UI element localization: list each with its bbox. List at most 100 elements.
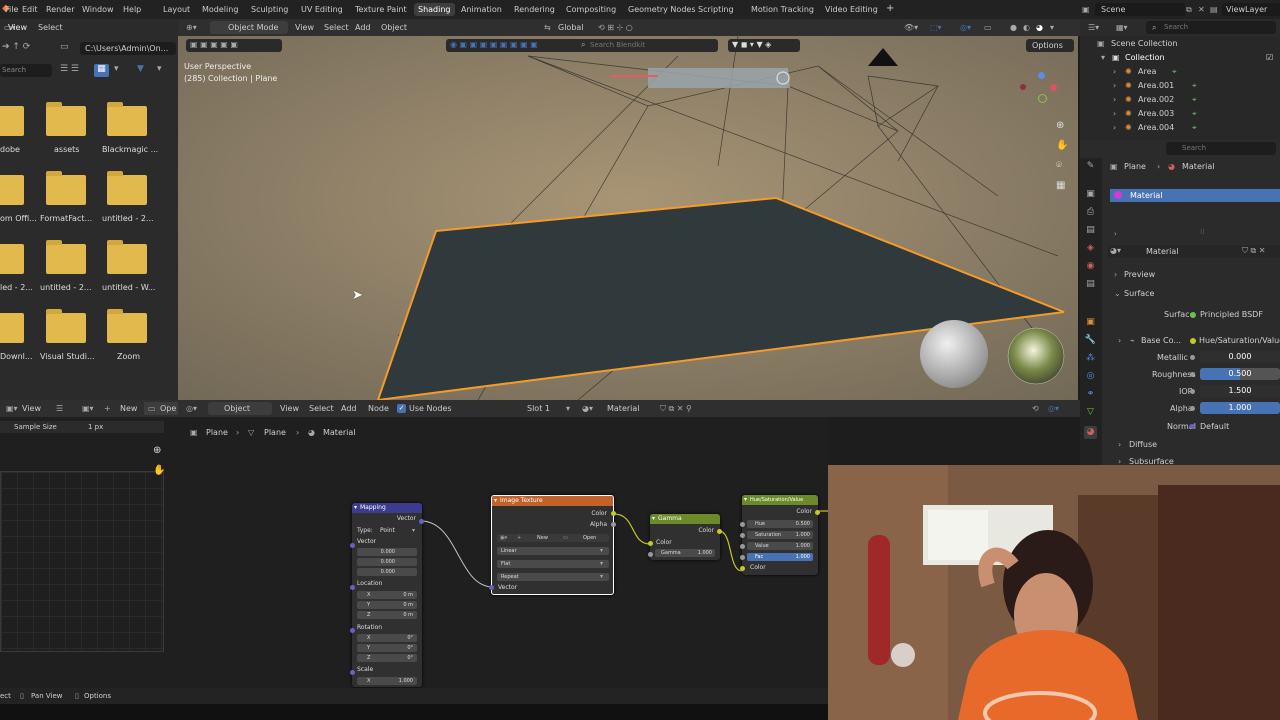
- tab-texture-paint[interactable]: Texture Paint: [355, 5, 407, 14]
- menu-render[interactable]: Render: [46, 5, 74, 14]
- blendkit-search[interactable]: Search Blendkit: [578, 39, 718, 52]
- folder-icon[interactable]: [107, 240, 147, 274]
- scene-selector[interactable]: Scene: [1095, 3, 1185, 16]
- expand-icon[interactable]: ›: [1113, 123, 1116, 132]
- folder-icon[interactable]: [46, 171, 86, 205]
- mode-selector[interactable]: Object Mode: [210, 21, 288, 34]
- new-folder-icon[interactable]: ▭: [60, 42, 74, 55]
- shading-material-icon[interactable]: ◐: [1023, 23, 1030, 32]
- tab-video-editing[interactable]: Video Editing: [825, 5, 878, 14]
- folder-icon[interactable]: [46, 240, 86, 274]
- roughness-slider[interactable]: 0.500: [1200, 368, 1280, 380]
- tab-sculpting[interactable]: Sculpting: [251, 5, 288, 14]
- texture-open-button[interactable]: Open: [583, 534, 596, 542]
- browse-image-icon[interactable]: ▣▾: [82, 404, 94, 413]
- options-button[interactable]: Options: [1026, 39, 1074, 52]
- outliner-row[interactable]: › ✺ Area.001 ⌖: [1080, 81, 1280, 95]
- tool-tab-icon[interactable]: ✎: [1084, 160, 1097, 173]
- image-editor-type-icon[interactable]: ▣▾: [6, 404, 18, 413]
- folder-icon[interactable]: [0, 106, 24, 136]
- extension-select[interactable]: Repeat: [497, 573, 609, 581]
- browse-material-icon[interactable]: ◕▾: [582, 404, 593, 413]
- neg-x-axis-icon[interactable]: [1020, 84, 1026, 90]
- folder-icon[interactable]: [107, 102, 147, 136]
- xray-icon[interactable]: ▭: [984, 23, 992, 32]
- camera-view-icon[interactable]: ⌾: [1056, 160, 1062, 171]
- scene-tab-icon[interactable]: ◈: [1084, 242, 1097, 255]
- outliner-row[interactable]: ▾ ▣ Collection ☑: [1080, 53, 1280, 67]
- mapping-vector-z[interactable]: 0.000: [357, 568, 417, 576]
- collapse-icon[interactable]: ▾: [494, 497, 497, 504]
- thumbnail-view-icon[interactable]: ▦: [94, 64, 109, 77]
- grid-icon[interactable]: ▦: [1056, 180, 1065, 191]
- expand-icon[interactable]: ⌄: [1114, 289, 1121, 298]
- material-actions-icons[interactable]: ⛉ ⧉ ✕ ⚲: [660, 404, 692, 414]
- menu-file[interactable]: File: [5, 5, 18, 14]
- base-color-field[interactable]: Hue/Saturation/Value: [1199, 336, 1280, 345]
- fb-menu-view-text[interactable]: View: [8, 23, 27, 32]
- socket-vector-icon[interactable]: [350, 585, 355, 590]
- socket-value-icon[interactable]: [648, 552, 653, 557]
- expand-icon[interactable]: ›: [1113, 95, 1116, 104]
- socket-color-icon[interactable]: [717, 529, 722, 534]
- ne-menu-select[interactable]: Select: [309, 404, 334, 413]
- physics-tab-icon[interactable]: ◎: [1084, 370, 1097, 383]
- gamma-node[interactable]: Gamma ▾ Color Color Gamma 1.000: [650, 514, 720, 560]
- projection-select[interactable]: Flat: [497, 560, 609, 568]
- collection-tab-icon[interactable]: ▤: [1084, 278, 1097, 291]
- outliner-row[interactable]: › ✺ Area.003 ⌖: [1080, 109, 1280, 123]
- outliner-editor-icon[interactable]: ☰▾: [1088, 23, 1099, 32]
- menu-icon[interactable]: ☰: [56, 404, 63, 413]
- outliner-row[interactable]: ▣ Scene Collection: [1080, 39, 1280, 53]
- gizmo-icon[interactable]: ⬚▾: [930, 23, 942, 32]
- hsv-node[interactable]: Hue/Saturation/Value ▾ Color Hue 0.500 Sa…: [742, 495, 818, 575]
- socket-value-icon[interactable]: [740, 533, 745, 538]
- material-actions-icons[interactable]: ⛉ ⧉ ✕: [1242, 246, 1266, 256]
- menu-help[interactable]: Help: [123, 5, 141, 14]
- tab-geometry-nodes[interactable]: Geometry Nodes: [628, 5, 695, 14]
- socket-value-icon[interactable]: [740, 544, 745, 549]
- browse-image-icon[interactable]: ▣▾: [500, 534, 507, 542]
- tab-rendering[interactable]: Rendering: [514, 5, 555, 14]
- add-workspace-button[interactable]: +: [886, 3, 894, 14]
- socket-color-icon[interactable]: [740, 566, 745, 571]
- mapping-location-y[interactable]: Y0 m: [357, 601, 417, 609]
- pan-icon[interactable]: ✋: [153, 465, 165, 476]
- normal-field[interactable]: Default: [1200, 422, 1229, 431]
- sample-size-field[interactable]: 1 px: [88, 423, 103, 431]
- tab-layout[interactable]: Layout: [163, 5, 190, 14]
- image-texture-node[interactable]: Image Texture ▾ Color Alpha ▣▾ + New ▭ O…: [491, 495, 614, 595]
- vp-menu-add[interactable]: Add: [355, 23, 371, 32]
- surface-panel[interactable]: Surface: [1124, 289, 1154, 298]
- texture-new-button[interactable]: New: [537, 534, 548, 542]
- select-mode-icon[interactable]: ▣ ▣ ▣ ▣ ▣: [186, 39, 282, 52]
- object-tab-icon[interactable]: ▣: [1084, 316, 1097, 329]
- menu-edit[interactable]: Edit: [22, 5, 38, 14]
- folder-icon[interactable]: [0, 175, 24, 205]
- copy-icon[interactable]: ⧉: [1186, 5, 1192, 15]
- socket-vector-icon[interactable]: [489, 585, 494, 590]
- mapping-vector-y[interactable]: 0.000: [357, 558, 417, 566]
- render-tab-icon[interactable]: ▣: [1084, 188, 1097, 201]
- ne-menu-view[interactable]: View: [280, 404, 299, 413]
- pivot-icon[interactable]: ⟲ ⊞ ⊹ ○: [598, 23, 633, 32]
- socket-vector-icon[interactable]: [350, 670, 355, 675]
- outliner-search-input[interactable]: Search: [1146, 21, 1276, 34]
- shading-render-icon[interactable]: ◕: [1036, 23, 1043, 32]
- hsv-node-title[interactable]: Hue/Saturation/Value: [742, 495, 818, 505]
- folder-icon[interactable]: [0, 244, 24, 274]
- browse-material-icon[interactable]: ◕▾: [1110, 246, 1121, 255]
- folder-icon[interactable]: [46, 102, 86, 136]
- pan-icon[interactable]: ✋: [1056, 140, 1068, 151]
- outliner-row[interactable]: › ✺ Area.004 ⌖: [1080, 123, 1280, 137]
- folder-icon[interactable]: [46, 309, 86, 343]
- fb-menu-select[interactable]: Select: [38, 23, 63, 32]
- output-tab-icon[interactable]: ⎙: [1084, 206, 1097, 219]
- slot-expand-icon[interactable]: ›: [1114, 230, 1117, 238]
- x-axis-icon[interactable]: [1050, 84, 1057, 91]
- socket-value-icon[interactable]: [611, 522, 616, 527]
- mapping-location-x[interactable]: X0 m: [357, 591, 417, 599]
- socket-vector-icon[interactable]: [419, 519, 424, 524]
- hsv-fac-field[interactable]: Fac 1.000: [747, 553, 813, 561]
- metallic-field[interactable]: 0.000: [1200, 351, 1280, 363]
